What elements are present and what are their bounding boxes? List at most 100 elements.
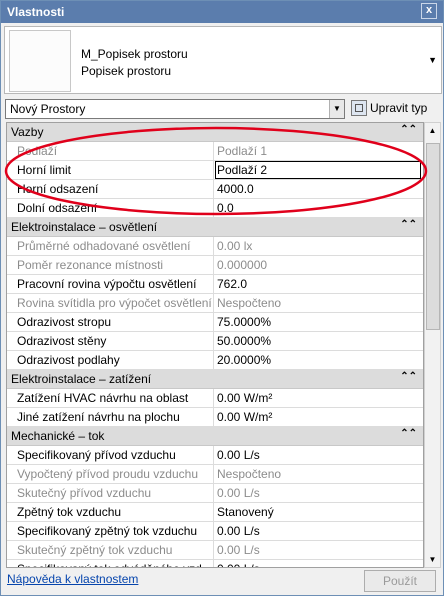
column-divider xyxy=(213,199,214,217)
column-divider xyxy=(213,294,214,312)
property-value[interactable]: 0.0 xyxy=(217,201,234,215)
title-bar[interactable]: Vlastnosti x xyxy=(1,1,443,23)
property-name: Odrazivost stěny xyxy=(17,334,107,348)
property-name: Zatížení HVAC návrhu na oblast xyxy=(17,391,189,405)
type-preview-image xyxy=(9,30,71,92)
property-value: 0.00 lx xyxy=(217,239,253,253)
property-value[interactable]: 20.0000% xyxy=(217,353,271,367)
property-value[interactable]: 0.00 L/s xyxy=(217,448,260,462)
property-name: Horní limit xyxy=(17,163,72,177)
property-name: Poměr rezonance místnosti xyxy=(17,258,164,272)
property-row[interactable]: Horní limit Podlaží 2 xyxy=(7,161,423,180)
property-grid: Vazby ⌃⌃ Podlaží Podlaží 1 Horní limit Podlaž… xyxy=(6,122,424,568)
property-row[interactable]: Specifikovaný přívod vzduchu 0.00 L/s xyxy=(7,446,423,465)
property-row[interactable]: Vypočtený přívod proudu vzduchu Nespočten… xyxy=(7,465,423,484)
property-name: Pracovní rovina výpočtu osvětlení xyxy=(17,277,197,291)
property-value: 0.000000 xyxy=(217,258,268,272)
property-value[interactable]: 0.00 W/m² xyxy=(217,391,272,405)
column-divider xyxy=(213,522,214,540)
category-label: Vazby xyxy=(11,125,44,139)
property-name: Podlaží xyxy=(17,144,58,158)
collapse-icon[interactable]: ⌃⌃ xyxy=(400,219,417,230)
column-divider xyxy=(213,541,214,559)
property-name: Skutečný přívod vzduchu xyxy=(17,486,152,500)
scroll-down-icon[interactable]: ▼ xyxy=(425,552,440,567)
column-divider xyxy=(213,503,214,521)
properties-palette: Vlastnosti x M_Popisek prostoru Popisek … xyxy=(0,0,444,596)
property-value[interactable]: 762.0 xyxy=(217,277,247,291)
property-row[interactable]: Horní odsazení 4000.0 xyxy=(7,180,423,199)
category-header[interactable]: Mechanické – tok ⌃⌃ xyxy=(7,427,423,446)
column-divider xyxy=(213,142,214,160)
apply-button[interactable]: Použít xyxy=(364,570,436,592)
property-row[interactable]: Skutečný přívod vzduchu 0.00 L/s xyxy=(7,484,423,503)
column-divider xyxy=(213,180,214,198)
edit-type-label: Upravit typ xyxy=(370,101,428,115)
property-row[interactable]: Skutečný zpětný tok vzduchu 0.00 L/s xyxy=(7,541,423,560)
close-icon[interactable]: x xyxy=(421,3,437,19)
property-value: 0.00 L/s xyxy=(217,486,260,500)
property-row[interactable]: Odrazivost stěny 50.0000% xyxy=(7,332,423,351)
property-value: Podlaží 1 xyxy=(217,144,268,158)
column-divider xyxy=(213,408,214,426)
column-divider xyxy=(213,465,214,483)
collapse-icon[interactable]: ⌃⌃ xyxy=(400,124,417,135)
property-row[interactable]: Odrazivost podlahy 20.0000% xyxy=(7,351,423,370)
property-row[interactable]: Podlaží Podlaží 1 xyxy=(7,142,423,161)
vertical-scrollbar[interactable]: ▲ ▼ xyxy=(424,122,441,568)
property-value: Nespočteno xyxy=(217,467,282,481)
help-link[interactable]: Nápověda k vlastnostem xyxy=(7,572,138,586)
property-row[interactable]: Zpětný tok vzduchu Stanovený xyxy=(7,503,423,522)
column-divider xyxy=(213,313,214,331)
column-divider xyxy=(213,275,214,293)
collapse-icon[interactable]: ⌃⌃ xyxy=(400,428,417,439)
property-name: Vypočtený přívod proudu vzduchu xyxy=(17,467,199,481)
column-divider xyxy=(213,161,214,179)
property-value[interactable]: 50.0000% xyxy=(217,334,271,348)
property-row[interactable]: Průměrné odhadované osvětlení 0.00 lx xyxy=(7,237,423,256)
property-row[interactable]: Zatížení HVAC návrhu na oblast 0.00 W/m² xyxy=(7,389,423,408)
property-name: Rovina svítidla pro výpočet osvětlení xyxy=(17,296,212,310)
property-row[interactable]: Dolní odsazení 0.0 xyxy=(7,199,423,218)
property-row[interactable]: Specifikovaný tok odváděného vzd... 0.00 … xyxy=(7,560,423,567)
property-name: Skutečný zpětný tok vzduchu xyxy=(17,543,173,557)
property-name: Odrazivost podlahy xyxy=(17,353,120,367)
property-row[interactable]: Odrazivost stropu 75.0000% xyxy=(7,313,423,332)
property-row[interactable]: Poměr rezonance místnosti 0.000000 xyxy=(7,256,423,275)
property-value[interactable]: 0.00 W/m² xyxy=(217,410,272,424)
column-divider xyxy=(213,351,214,369)
property-name: Horní odsazení xyxy=(17,182,99,196)
property-row[interactable]: Specifikovaný zpětný tok vzduchu 0.00 L/s xyxy=(7,522,423,541)
category-header[interactable]: Elektroinstalace – osvětlení ⌃⌃ xyxy=(7,218,423,237)
property-value[interactable]: 0.00 L/s xyxy=(217,562,260,567)
property-row[interactable]: Jiné zatížení návrhu na plochu 0.00 W/m² xyxy=(7,408,423,427)
property-value[interactable]: 0.00 L/s xyxy=(217,524,260,538)
collapse-icon[interactable]: ⌃⌃ xyxy=(400,371,417,382)
type-selector[interactable]: M_Popisek prostoru Popisek prostoru ▼ xyxy=(4,26,442,94)
scrollbar-thumb[interactable] xyxy=(426,143,440,330)
instance-filter-value: Nový Prostory xyxy=(10,102,86,116)
column-divider xyxy=(213,560,214,567)
instance-filter-dropdown[interactable]: Nový Prostory ▼ xyxy=(5,99,345,119)
scroll-up-icon[interactable]: ▲ xyxy=(425,123,440,138)
chevron-down-icon[interactable]: ▼ xyxy=(329,100,344,118)
property-value[interactable]: 75.0000% xyxy=(217,315,271,329)
property-row[interactable]: Pracovní rovina výpočtu osvětlení 762.0 xyxy=(7,275,423,294)
property-name: Specifikovaný tok odváděného vzd... xyxy=(17,562,212,567)
property-name: Specifikovaný přívod vzduchu xyxy=(17,448,176,462)
chevron-down-icon[interactable]: ▼ xyxy=(428,55,437,65)
property-name: Zpětný tok vzduchu xyxy=(17,505,122,519)
category-header[interactable]: Elektroinstalace – zatížení ⌃⌃ xyxy=(7,370,423,389)
column-divider xyxy=(213,484,214,502)
property-row[interactable]: Rovina svítidla pro výpočet osvětlení Nes… xyxy=(7,294,423,313)
property-value: 0.00 L/s xyxy=(217,543,260,557)
property-name: Průměrné odhadované osvětlení xyxy=(17,239,191,253)
category-label: Elektroinstalace – osvětlení xyxy=(11,220,158,234)
column-divider xyxy=(213,389,214,407)
type-name: Popisek prostoru xyxy=(81,64,172,78)
column-divider xyxy=(213,256,214,274)
property-value[interactable]: 4000.0 xyxy=(217,182,254,196)
property-value[interactable]: Podlaží 2 xyxy=(217,163,267,177)
property-value[interactable]: Stanovený xyxy=(217,505,274,519)
category-header[interactable]: Vazby ⌃⌃ xyxy=(7,123,423,142)
